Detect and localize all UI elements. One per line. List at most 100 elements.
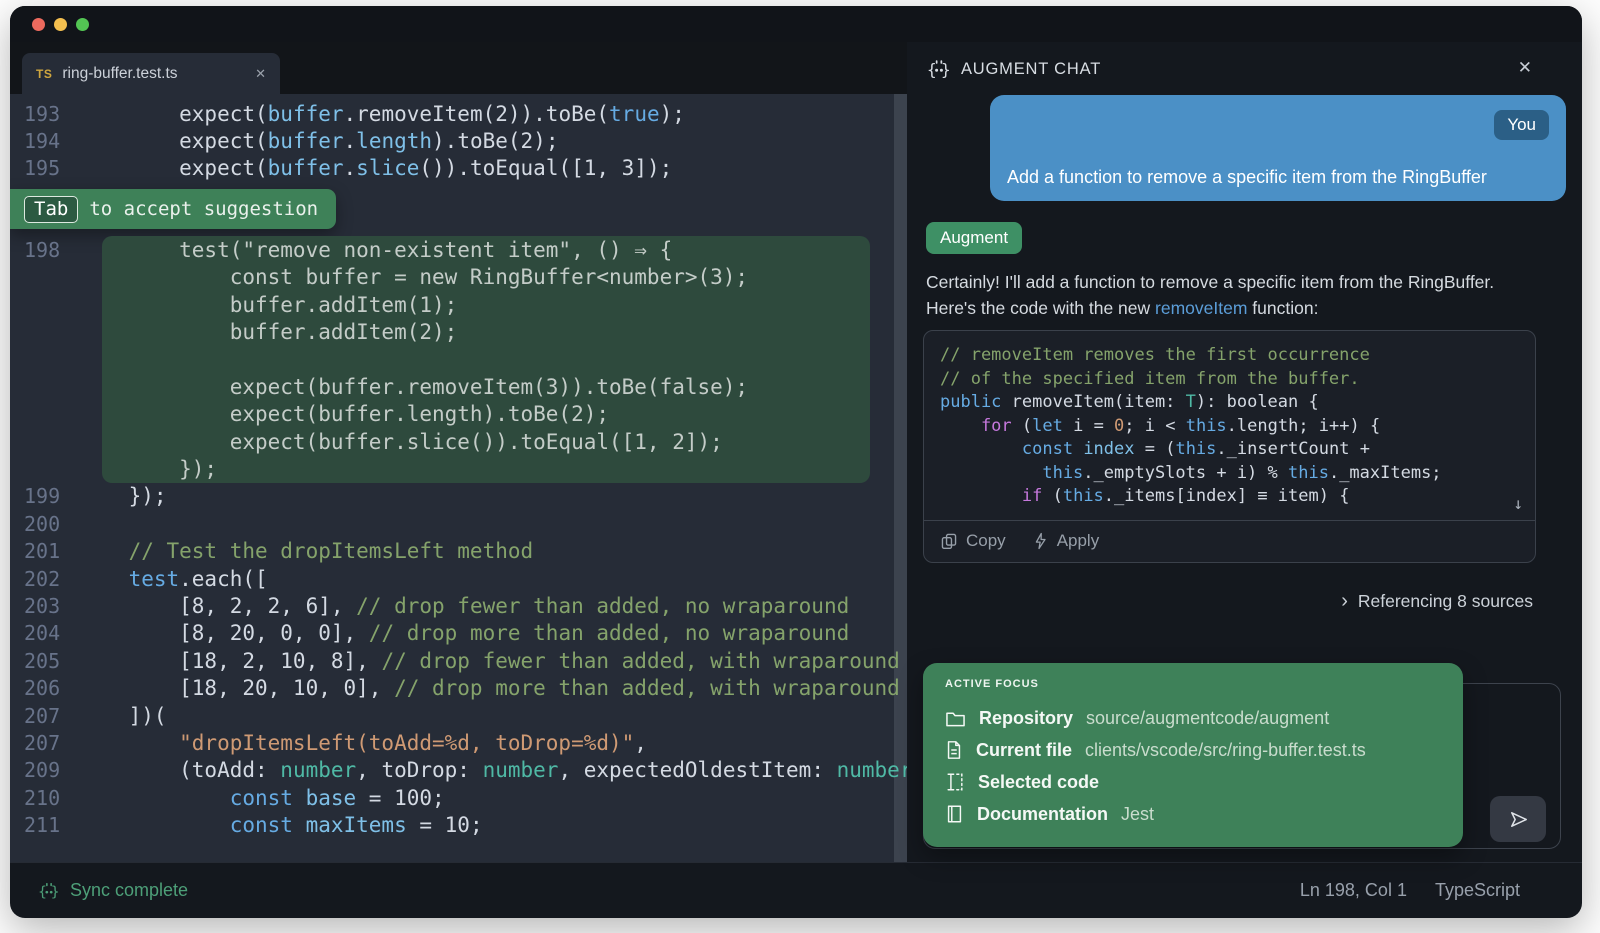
line-number: 193: [10, 102, 78, 126]
code-row: 202test.each([: [10, 565, 907, 592]
suggestion-badge-text: to accept suggestion: [89, 198, 318, 220]
focus-row-documentation[interactable]: Documentation Jest: [945, 798, 1441, 830]
minimize-window-button[interactable]: [54, 18, 67, 31]
chat-close-icon[interactable]: ✕: [1518, 58, 1532, 78]
chat-header: { } AUGMENT CHAT: [927, 58, 1101, 80]
code-row: 207"dropItemsLeft(toAdd=%d, toDrop=%d)",: [10, 729, 907, 756]
sync-status-label: Sync complete: [70, 880, 188, 901]
line-number: 199: [10, 484, 78, 508]
chat-code-line: // removeItem removes the first occurren…: [940, 344, 1519, 368]
code-editor[interactable]: 193expect(buffer.removeItem(2)).toBe(tru…: [10, 94, 907, 862]
augment-logo-icon: { }: [927, 58, 951, 80]
tab-key-label: Tab: [24, 196, 78, 223]
typescript-file-icon: TS: [36, 67, 52, 81]
code-row: 203[8, 2, 2, 6], // drop fewer than adde…: [10, 592, 907, 619]
window-controls: [32, 18, 89, 31]
editor-code-rows: 193expect(buffer.removeItem(2)).toBe(tru…: [10, 100, 907, 839]
code-row: [10, 346, 907, 373]
code-block-toolbar: Copy Apply: [924, 520, 1535, 562]
code-row: 201// Test the dropItemsLeft method: [10, 537, 907, 564]
maximize-window-button[interactable]: [76, 18, 89, 31]
code-row: const buffer = new RingBuffer<number>(3)…: [10, 264, 907, 291]
code-row: 193expect(buffer.removeItem(2)).toBe(tru…: [10, 100, 907, 127]
copy-button[interactable]: Copy: [940, 531, 1006, 551]
tab-close-icon[interactable]: ✕: [255, 66, 266, 82]
code-row: 195expect(buffer.slice()).toEqual([1, 3]…: [10, 155, 907, 182]
chat-code-line: // of the specified item from the buffer…: [940, 368, 1519, 392]
augment-sync-icon: { }: [38, 881, 60, 901]
sync-status: { } Sync complete: [38, 880, 188, 901]
code-row: });: [10, 455, 907, 482]
chat-code-line: public removeItem(item: T): boolean {: [940, 391, 1519, 415]
line-number: 205: [10, 649, 78, 673]
augment-chat-panel: { } AUGMENT CHAT ✕ You Add a function to…: [907, 42, 1582, 862]
close-window-button[interactable]: [32, 18, 45, 31]
code-row: 205[18, 2, 10, 8], // drop fewer than ad…: [10, 647, 907, 674]
app-window: TS ring-buffer.test.ts ✕ 193expect(buffe…: [10, 6, 1582, 918]
scroll-down-icon[interactable]: ↓: [1513, 492, 1523, 516]
line-number: 204: [10, 621, 78, 645]
code-row: 204[8, 20, 0, 0], // drop more than adde…: [10, 620, 907, 647]
tab-ring-buffer-test[interactable]: TS ring-buffer.test.ts ✕: [22, 53, 280, 94]
language-mode[interactable]: TypeScript: [1435, 880, 1520, 901]
line-number: 207: [10, 731, 78, 755]
code-row: expect(buffer.length).toBe(2);: [10, 401, 907, 428]
code-row: 209(toAdd: number, toDrop: number, expec…: [10, 757, 907, 784]
selection-icon: [945, 772, 965, 792]
line-number: 195: [10, 156, 78, 180]
assistant-message-tail: function:: [1247, 298, 1318, 318]
user-message-bubble: You Add a function to remove a specific …: [990, 95, 1566, 201]
line-number: 206: [10, 676, 78, 700]
referencing-sources-toggle[interactable]: › Referencing 8 sources: [1341, 590, 1533, 613]
remove-item-link[interactable]: removeItem: [1155, 298, 1247, 318]
code-row: expect(buffer.removeItem(3)).toBe(false)…: [10, 373, 907, 400]
send-icon: [1507, 808, 1530, 831]
line-number: 194: [10, 129, 78, 153]
cursor-position[interactable]: Ln 198, Col 1: [1300, 880, 1407, 901]
line-number: 198: [10, 238, 78, 262]
code-row: 211const maxItems = 10;: [10, 811, 907, 838]
code-row: 199});: [10, 483, 907, 510]
active-focus-panel: ACTIVE FOCUS Repository source/augmentco…: [923, 663, 1463, 847]
copy-icon: [940, 532, 958, 550]
chat-title: AUGMENT CHAT: [961, 60, 1101, 79]
suggestion-highlight: [102, 455, 870, 482]
book-icon: [945, 804, 964, 824]
assistant-badge: Augment: [926, 222, 1022, 254]
lightning-icon: [1032, 532, 1049, 550]
code-row: buffer.addItem(2);: [10, 318, 907, 345]
editor-scrollbar[interactable]: [894, 94, 907, 862]
code-row: Tab to accept suggestion: [10, 182, 907, 236]
line-number: 203: [10, 594, 78, 618]
suggestion-badge: Tab to accept suggestion: [10, 189, 336, 229]
title-bar: [10, 6, 1582, 42]
chat-code-line: if (this._items[index] ≡ item) {: [940, 485, 1519, 509]
focus-row-repository[interactable]: Repository source/augmentcode/augment: [945, 702, 1441, 734]
chat-code-line: for (let i = 0; i < this.length; i++) {: [940, 415, 1519, 439]
line-number: 201: [10, 539, 78, 563]
tab-bar: TS ring-buffer.test.ts ✕: [10, 42, 907, 94]
code-row: 200: [10, 510, 907, 537]
focus-row-current-file[interactable]: Current file clients/vscode/src/ring-buf…: [945, 734, 1441, 766]
line-number: 211: [10, 813, 78, 837]
status-bar: { } Sync complete Ln 198, Col 1 TypeScri…: [10, 862, 1582, 918]
code-row: 210const base = 100;: [10, 784, 907, 811]
line-number: 210: [10, 786, 78, 810]
code-row: 206[18, 20, 10, 0], // drop more than ad…: [10, 674, 907, 701]
code-row: buffer.addItem(1);: [10, 291, 907, 318]
focus-row-selected-code[interactable]: Selected code: [945, 766, 1441, 798]
line-number: 202: [10, 567, 78, 591]
chat-code-line: this._emptySlots + i) % this._maxItems;: [940, 462, 1519, 486]
chat-code-area: // removeItem removes the first occurren…: [924, 331, 1535, 520]
chat-code-lines: // removeItem removes the first occurren…: [940, 344, 1519, 509]
suggestion-highlight: [102, 346, 870, 373]
chat-code-line: const index = (this._insertCount +: [940, 438, 1519, 462]
apply-button[interactable]: Apply: [1032, 531, 1100, 551]
code-row: 207])(: [10, 702, 907, 729]
user-message-text: Add a function to remove a specific item…: [1007, 167, 1556, 188]
code-row: expect(buffer.slice()).toEqual([1, 2]);: [10, 428, 907, 455]
chat-code-block: // removeItem removes the first occurren…: [923, 330, 1536, 563]
tab-title: ring-buffer.test.ts: [62, 65, 245, 83]
send-button[interactable]: [1490, 796, 1546, 842]
code-row: 194expect(buffer.length).toBe(2);: [10, 127, 907, 154]
